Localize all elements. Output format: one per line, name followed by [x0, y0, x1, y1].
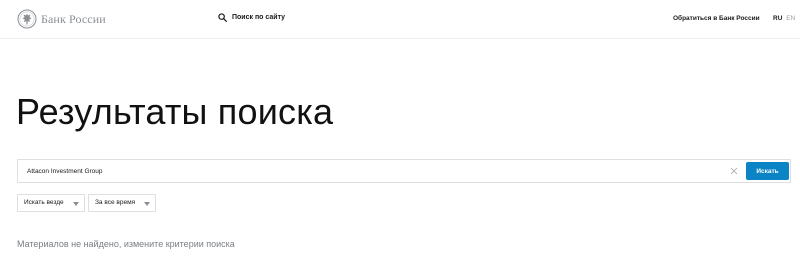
- language-switcher: RU EN: [773, 15, 795, 22]
- bank-logo[interactable]: Банк России: [17, 9, 106, 29]
- chevron-down-icon: [144, 202, 150, 206]
- language-ru[interactable]: RU: [773, 15, 782, 22]
- language-en[interactable]: EN: [786, 15, 795, 22]
- search-bar: Искать: [17, 159, 791, 183]
- search-scope-value: Искать везде: [24, 199, 64, 206]
- time-range-value: За все время: [95, 199, 136, 206]
- site-search-label: Поиск по сайту: [232, 14, 286, 21]
- search-icon: [218, 13, 227, 22]
- site-header: Банк России Поиск по сайту Обратиться в …: [0, 0, 800, 39]
- page-title: Результаты поиска: [16, 91, 334, 132]
- time-range-dropdown[interactable]: За все время: [88, 194, 156, 212]
- clear-icon[interactable]: [730, 167, 738, 175]
- contact-bank-link[interactable]: Обратиться в Банк России: [673, 15, 760, 22]
- search-scope-dropdown[interactable]: Искать везде: [17, 194, 85, 212]
- chevron-down-icon: [73, 202, 79, 206]
- bank-emblem-icon: [17, 9, 37, 29]
- search-input[interactable]: [27, 164, 717, 178]
- bank-name: Банк России: [41, 11, 106, 26]
- no-results-message: Материалов не найдено, измените критерии…: [17, 239, 235, 249]
- site-search-button[interactable]: Поиск по сайту: [218, 13, 285, 22]
- search-submit-button[interactable]: Искать: [746, 162, 789, 180]
